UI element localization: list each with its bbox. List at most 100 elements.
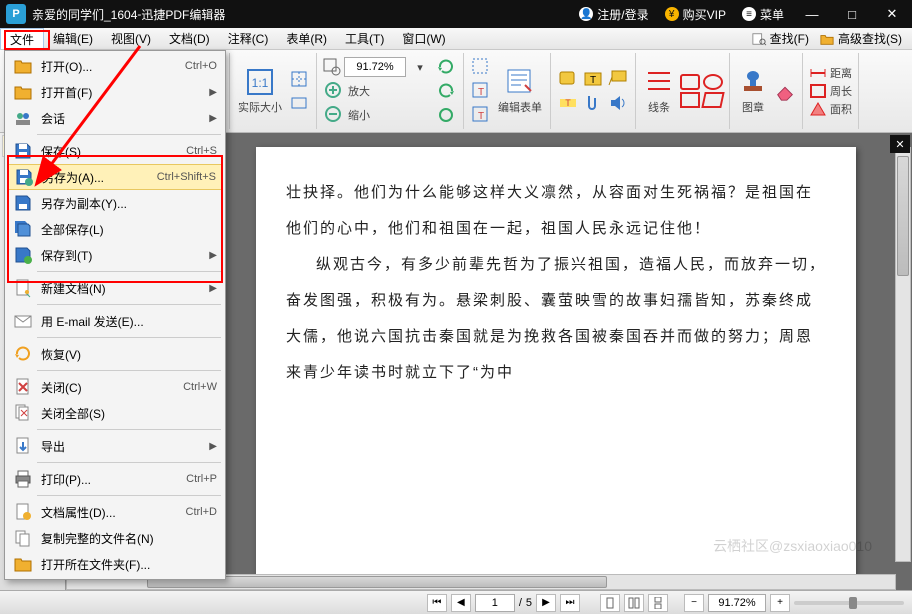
menu-close-all[interactable]: 关闭全部(S) xyxy=(7,400,223,426)
highlight-tool[interactable]: T xyxy=(557,92,579,114)
svg-text:T: T xyxy=(478,111,484,122)
rect-tool[interactable] xyxy=(680,92,700,108)
find-button[interactable]: 查找(F) xyxy=(747,30,813,47)
menu-doc-props-shortcut: Ctrl+D xyxy=(186,506,217,518)
sound-tool[interactable] xyxy=(607,92,629,114)
login-button[interactable]: 👤 注册/登录 xyxy=(571,0,656,28)
view-facing-button[interactable] xyxy=(624,594,644,612)
zoom-slider[interactable] xyxy=(794,601,904,605)
close-doc-button[interactable]: ✕ xyxy=(890,135,910,153)
menu-open[interactable]: 打开(O)... Ctrl+O xyxy=(7,53,223,79)
vip-label: 购买VIP xyxy=(683,6,726,23)
zoom-in-status[interactable]: + xyxy=(770,594,790,612)
menu-recover[interactable]: 恢复(V) xyxy=(7,341,223,367)
menu-button[interactable]: ≡ 菜单 xyxy=(734,0,792,28)
next-page-button[interactable]: ▶ xyxy=(536,594,556,612)
close-window-button[interactable]: ✕ xyxy=(872,0,912,28)
ribbon-group-zoom: 1:1 实际大小 xyxy=(230,53,317,129)
submenu-arrow-icon: ▶ xyxy=(209,283,217,294)
first-page-button[interactable]: ⏮ xyxy=(427,594,447,612)
menu-open-folder[interactable]: 打开所在文件夹(F)... xyxy=(7,551,223,577)
textbox-tool[interactable]: T xyxy=(582,68,604,90)
vertical-scrollbar[interactable] xyxy=(895,147,911,562)
edit-form-button[interactable]: 编辑表单 xyxy=(496,65,544,117)
rect-tool[interactable] xyxy=(680,74,700,90)
distance-label[interactable]: 距离 xyxy=(830,65,852,81)
menu-edit[interactable]: 编辑(E) xyxy=(44,28,102,49)
menu-file[interactable]: 文件 xyxy=(0,28,44,49)
menu-form[interactable]: 表单(R) xyxy=(277,28,336,49)
zoom-out-status[interactable]: − xyxy=(684,594,704,612)
ribbon-group-measure: 距离 周长 面积 xyxy=(803,53,859,129)
menu-save-label: 保存(S) xyxy=(41,143,186,160)
menu-export[interactable]: 导出 ▶ xyxy=(7,433,223,459)
area-label[interactable]: 面积 xyxy=(830,101,852,117)
minimize-button[interactable]: — xyxy=(792,0,832,28)
perimeter-label[interactable]: 周长 xyxy=(830,83,852,99)
menu-save[interactable]: 保存(S) Ctrl+S xyxy=(7,138,223,164)
view-cont-button[interactable] xyxy=(648,594,668,612)
oval-tool[interactable] xyxy=(703,74,723,90)
menu-save-all[interactable]: 全部保存(L) xyxy=(7,216,223,242)
menu-comment[interactable]: 注释(C) xyxy=(219,28,278,49)
actual-size-button[interactable]: 1:1 实际大小 xyxy=(236,65,284,117)
menu-doc-props[interactable]: 文档属性(D)... Ctrl+D xyxy=(7,499,223,525)
rotate-button[interactable] xyxy=(435,56,457,78)
menu-copy-name[interactable]: 复制完整的文件名(N) xyxy=(7,525,223,551)
zoom-input[interactable] xyxy=(344,57,406,77)
menu-tool[interactable]: 工具(T) xyxy=(336,28,393,49)
folder-icon xyxy=(13,82,33,102)
zoom-out-button[interactable] xyxy=(323,104,345,126)
svg-text:T: T xyxy=(565,98,571,108)
recover-icon xyxy=(13,344,33,364)
menu-document[interactable]: 文档(D) xyxy=(160,28,219,49)
text-tool[interactable]: T xyxy=(470,104,492,126)
actual-size-label: 实际大小 xyxy=(238,99,282,115)
adv-find-button[interactable]: 高级查找(S) xyxy=(815,30,906,47)
menu-save-to-label: 保存到(T) xyxy=(41,247,217,264)
last-page-button[interactable]: ⏭ xyxy=(560,594,580,612)
zoom-status-input[interactable] xyxy=(708,594,766,612)
menu-open-recent[interactable]: 打开首(F) ▶ xyxy=(7,79,223,105)
menu-recover-label: 恢复(V) xyxy=(41,346,217,363)
menu-new-doc[interactable]: 新建文档(N) ▶ xyxy=(7,275,223,301)
page-number-input[interactable] xyxy=(475,594,515,612)
rotate-button[interactable] xyxy=(435,104,457,126)
note-tool[interactable] xyxy=(557,68,579,90)
menu-save-as[interactable]: 另存为(A)... Ctrl+Shift+S xyxy=(7,164,223,190)
menu-separator xyxy=(37,304,221,305)
save-to-icon xyxy=(13,245,33,265)
menu-window[interactable]: 窗口(W) xyxy=(393,28,454,49)
zoom-dropdown[interactable]: ▾ xyxy=(409,56,431,78)
line-tool-button[interactable]: 线条 xyxy=(642,65,676,117)
callout-tool[interactable] xyxy=(607,68,629,90)
view-single-button[interactable] xyxy=(600,594,620,612)
attach-tool[interactable] xyxy=(582,92,604,114)
eraser-tool[interactable] xyxy=(774,80,796,102)
stamp-button[interactable]: 图章 xyxy=(736,65,770,117)
menu-save-shortcut: Ctrl+S xyxy=(186,145,217,157)
rotate-button[interactable] xyxy=(435,80,457,102)
select-tool[interactable] xyxy=(470,56,492,78)
poly-tool[interactable] xyxy=(701,92,724,108)
menu-email[interactable]: 用 E-mail 发送(E)... xyxy=(7,308,223,334)
scroll-thumb[interactable] xyxy=(897,156,909,276)
zoom-slider-knob[interactable] xyxy=(849,597,857,609)
fit-width-button[interactable] xyxy=(288,92,310,114)
menu-close-shortcut: Ctrl+W xyxy=(183,381,217,393)
prev-page-button[interactable]: ◀ xyxy=(451,594,471,612)
page-sep: / xyxy=(519,597,522,609)
menu-open-recent-label: 打开首(F) xyxy=(41,84,217,101)
menu-close[interactable]: 关闭(C) Ctrl+W xyxy=(7,374,223,400)
zoom-in-button[interactable] xyxy=(323,80,345,102)
menu-save-to[interactable]: 保存到(T) ▶ xyxy=(7,242,223,268)
pdf-page: 壮抉择。他们为什么能够这样大义凛然，从容面对生死祸福？是祖国在他们的心中，他们和… xyxy=(256,147,856,587)
menu-session[interactable]: 会话 ▶ xyxy=(7,105,223,131)
menu-view[interactable]: 视图(V) xyxy=(102,28,160,49)
menu-save-copy[interactable]: 另存为副本(Y)... xyxy=(7,190,223,216)
maximize-button[interactable]: □ xyxy=(832,0,872,28)
menu-print[interactable]: 打印(P)... Ctrl+P xyxy=(7,466,223,492)
text-tool[interactable]: T xyxy=(470,80,492,102)
fit-page-button[interactable] xyxy=(288,68,310,90)
buy-vip-button[interactable]: ¥ 购买VIP xyxy=(657,0,734,28)
